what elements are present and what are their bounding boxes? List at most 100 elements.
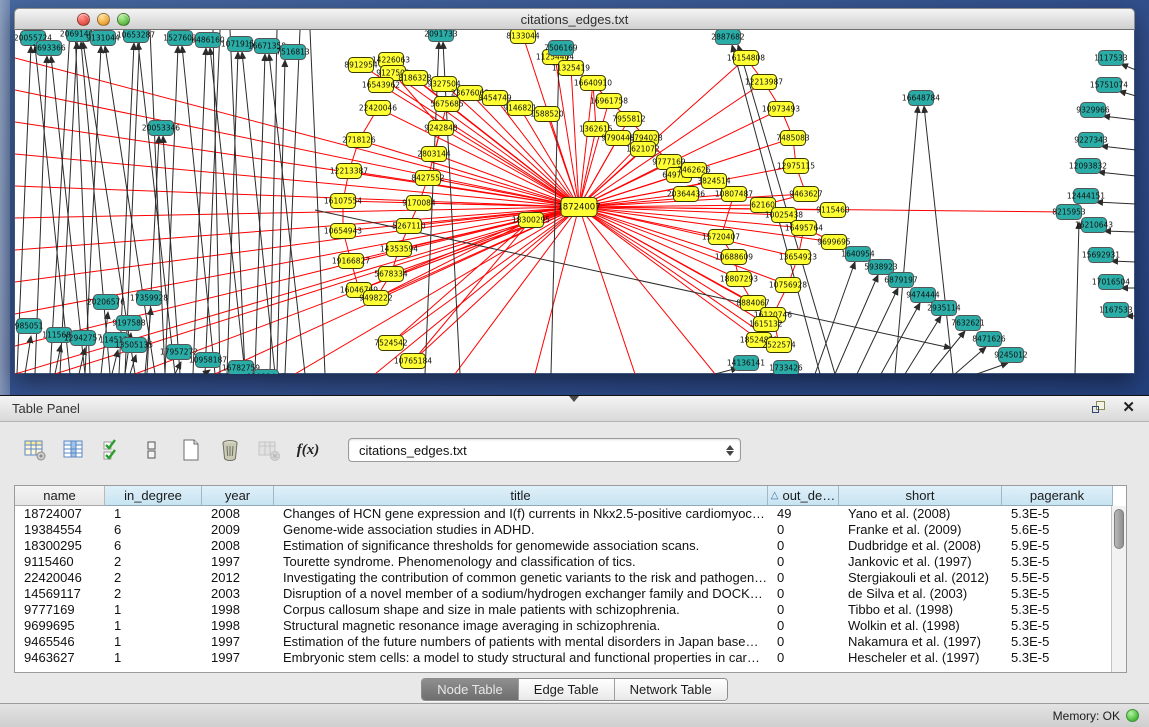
- graph-node[interactable]: 1733426: [769, 361, 803, 375]
- graph-node[interactable]: 1588520: [530, 107, 564, 122]
- select-columns-icon[interactable]: [100, 437, 126, 463]
- graph-node[interactable]: 20206576: [87, 295, 125, 310]
- graph-node[interactable]: 9146821: [503, 101, 537, 116]
- graph-node[interactable]: 1527602: [163, 31, 197, 46]
- graph-node[interactable]: 2803144: [417, 147, 451, 162]
- graph-node[interactable]: 17016504: [1092, 275, 1130, 290]
- graph-node[interactable]: 9227343: [1074, 133, 1108, 148]
- graph-node[interactable]: 7524542: [374, 336, 408, 351]
- graph-node[interactable]: 9327504: [427, 77, 461, 92]
- graph-node[interactable]: 10958187: [189, 353, 227, 368]
- graph-node[interactable]: 9245012: [994, 348, 1028, 363]
- table-row[interactable]: 911546021997Tourette syndrome. Phenomeno…: [15, 554, 1126, 570]
- graph-node[interactable]: 8215953: [1052, 205, 1086, 220]
- graph-node[interactable]: 2091733: [424, 30, 458, 42]
- graph-node[interactable]: 8186328: [398, 71, 432, 86]
- table-row[interactable]: 1938455462009Genome-wide association stu…: [15, 522, 1126, 538]
- graph-node[interactable]: 1693366: [32, 41, 66, 56]
- graph-node[interactable]: 22420046: [359, 101, 397, 116]
- column-header-short[interactable]: short: [839, 486, 1002, 506]
- graph-node[interactable]: 8454749: [478, 91, 512, 106]
- graph-node[interactable]: 5678334: [374, 267, 408, 282]
- minimize-window-icon[interactable]: [97, 13, 110, 26]
- table-row[interactable]: 1830029562008Estimation of significance …: [15, 538, 1126, 554]
- network-canvas[interactable]: 1872400781330441125440489129541422606391…: [14, 30, 1135, 374]
- graph-node[interactable]: 2718126: [342, 133, 376, 148]
- graph-node[interactable]: 14136141: [727, 356, 765, 371]
- table-select-dropdown[interactable]: citations_edges.txt: [348, 438, 741, 462]
- graph-node[interactable]: 16961758: [590, 94, 628, 109]
- graph-node[interactable]: 1117533: [1094, 51, 1128, 66]
- table-row[interactable]: 946554611997Estimation of the future num…: [15, 634, 1126, 650]
- graph-node[interactable]: 9197588: [112, 316, 146, 331]
- table-row[interactable]: 2242004622012Investigating the contribut…: [15, 570, 1126, 586]
- graph-node[interactable]: 16640910: [574, 76, 612, 91]
- graph-node[interactable]: 9242848: [424, 121, 458, 136]
- graph-node[interactable]: 9170084: [402, 196, 436, 211]
- graph-node[interactable]: 7632621: [951, 316, 985, 331]
- tab-node-table[interactable]: Node Table: [422, 679, 519, 700]
- graph-node[interactable]: 15692931: [1082, 248, 1120, 263]
- table-row[interactable]: 977716911998Corpus callosum shape and si…: [15, 602, 1126, 618]
- graph-node[interactable]: 9498222: [359, 291, 393, 306]
- graph-node[interactable]: 2887682: [711, 30, 745, 45]
- graph-node[interactable]: 2522574: [762, 338, 796, 353]
- graph-node[interactable]: 6486160: [191, 33, 225, 48]
- graph-node[interactable]: 13654923: [779, 250, 817, 265]
- graph-node[interactable]: 1615132: [749, 317, 783, 332]
- column-header-pagerank[interactable]: pagerank: [1002, 486, 1113, 506]
- graph-node[interactable]: 5267110: [392, 219, 426, 234]
- graph-node[interactable]: 1167533: [1099, 303, 1133, 318]
- graph-node[interactable]: 16648784: [902, 91, 940, 106]
- close-window-icon[interactable]: [77, 13, 90, 26]
- column-header-out_de[interactable]: △out_de…: [768, 486, 839, 506]
- window-titlebar[interactable]: citations_edges.txt: [14, 8, 1135, 30]
- graph-node[interactable]: 18807293: [720, 272, 758, 287]
- graph-node[interactable]: 9463627: [789, 187, 823, 202]
- graph-node[interactable]: 985051: [15, 319, 44, 334]
- graph-node[interactable]: 8471626: [972, 332, 1006, 347]
- graph-node[interactable]: 1621072: [626, 142, 660, 157]
- graph-node[interactable]: 12093832: [1069, 159, 1107, 174]
- table-row[interactable]: 1456911722003Disruption of a novel membe…: [15, 586, 1126, 602]
- citation-network-graph[interactable]: 1872400781330441125440489129541422606391…: [15, 30, 1136, 374]
- graph-node[interactable]: 10719155: [221, 37, 259, 52]
- graph-node[interactable]: 8427552: [411, 171, 445, 186]
- graph-node[interactable]: 5675685: [430, 97, 464, 112]
- graph-node[interactable]: 2935114: [927, 301, 961, 316]
- graph-node[interactable]: 12213387: [330, 164, 368, 179]
- graph-node[interactable]: 15751074: [1090, 78, 1128, 93]
- tab-network-table[interactable]: Network Table: [615, 679, 727, 700]
- graph-node[interactable]: 16210643: [1075, 218, 1113, 233]
- graph-node[interactable]: 6879197: [884, 273, 918, 288]
- graph-node[interactable]: 7955812: [612, 112, 646, 127]
- panel-resize-grip[interactable]: [569, 396, 579, 402]
- new-column-icon[interactable]: [178, 437, 204, 463]
- graph-node[interactable]: 12975115: [777, 159, 815, 174]
- graph-node[interactable]: 8133044: [506, 30, 540, 44]
- show-columns-icon[interactable]: [61, 437, 87, 463]
- column-header-name[interactable]: name: [15, 486, 105, 506]
- tab-edge-table[interactable]: Edge Table: [519, 679, 615, 700]
- graph-node[interactable]: 9329966: [1076, 103, 1110, 118]
- graph-node[interactable]: 10688609: [715, 250, 753, 265]
- column-header-in_degree[interactable]: in_degree: [105, 486, 202, 506]
- graph-node[interactable]: 7485083: [776, 131, 810, 146]
- graph-node[interactable]: 7516813: [276, 45, 310, 60]
- graph-node[interactable]: 17359928: [130, 291, 168, 306]
- graph-node[interactable]: 9115460: [816, 203, 850, 218]
- graph-node[interactable]: 9131044: [86, 31, 120, 46]
- graph-node[interactable]: 1640954: [841, 247, 875, 262]
- table-row[interactable]: 946362711997Embryonic stem cells: a mode…: [15, 650, 1126, 666]
- graph-node[interactable]: 7506169: [544, 41, 578, 56]
- scrollbar-thumb[interactable]: [1114, 509, 1124, 549]
- function-builder-icon[interactable]: f(x): [295, 437, 321, 463]
- table-row[interactable]: 1872400712008Changes of HCN gene express…: [15, 506, 1126, 522]
- table-row[interactable]: 969969511998Structural magnetic resonanc…: [15, 618, 1126, 634]
- graph-node[interactable]: 10765184: [394, 354, 432, 369]
- graph-node[interactable]: 10973493: [762, 102, 800, 117]
- graph-node[interactable]: 16154808: [727, 51, 765, 66]
- graph-node[interactable]: 10653287: [117, 30, 155, 43]
- graph-node[interactable]: 9699695: [817, 235, 851, 250]
- zoom-window-icon[interactable]: [117, 13, 130, 26]
